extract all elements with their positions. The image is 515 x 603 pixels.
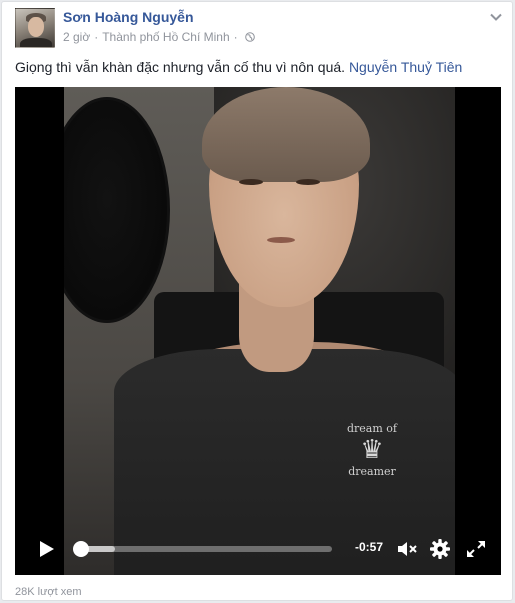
shirt-print-bottom: dreamer [348,465,396,478]
avatar[interactable] [15,8,55,48]
gear-icon[interactable] [429,538,451,560]
person-hair [202,87,370,182]
view-count[interactable]: 28K lượt xem [15,586,82,598]
progress-bar[interactable] [80,546,332,552]
chevron-down-icon[interactable] [489,10,503,24]
crown-icon: ♛ [360,435,384,465]
fullscreen-icon[interactable] [465,539,487,559]
video-frame: dream of ♛ dreamer [64,87,455,575]
tagged-user-link[interactable]: Nguyễn Thuỷ Tiên [349,59,462,75]
person-eye [296,179,320,185]
post-caption: Giọng thì vẫn khàn đặc nhưng vẫn cố thu … [15,59,462,75]
progress-knob[interactable] [73,541,89,557]
video-controls: -0:57 [15,523,501,575]
meta-separator: · [233,30,238,44]
time-remaining: -0:57 [355,540,384,554]
post-location[interactable]: Thành phố Hồ Chí Minh [102,30,229,44]
person-mouth [267,237,295,243]
shirt-print-top: dream of [347,422,397,435]
globe-icon[interactable] [244,32,255,42]
author-name[interactable]: Sơn Hoàng Nguyễn [63,9,194,25]
feed-post: Sơn Hoàng Nguyễn 2 giờ · Thành phố Hồ Ch… [1,1,513,601]
video-player[interactable]: dream of ♛ dreamer -0:57 [15,87,501,575]
avatar-shirt [20,38,52,47]
post-time[interactable]: 2 giờ [63,30,90,44]
play-icon[interactable] [39,540,55,558]
caption-text: Giọng thì vẫn khàn đặc nhưng vẫn cố thu … [15,59,346,75]
avatar-face [28,17,44,37]
mute-icon[interactable] [396,539,418,559]
post-meta: 2 giờ · Thành phố Hồ Chí Minh · [63,30,255,44]
person-eye [239,179,263,185]
shirt-print: dream of ♛ dreamer [332,422,412,514]
meta-separator: · [94,30,99,44]
